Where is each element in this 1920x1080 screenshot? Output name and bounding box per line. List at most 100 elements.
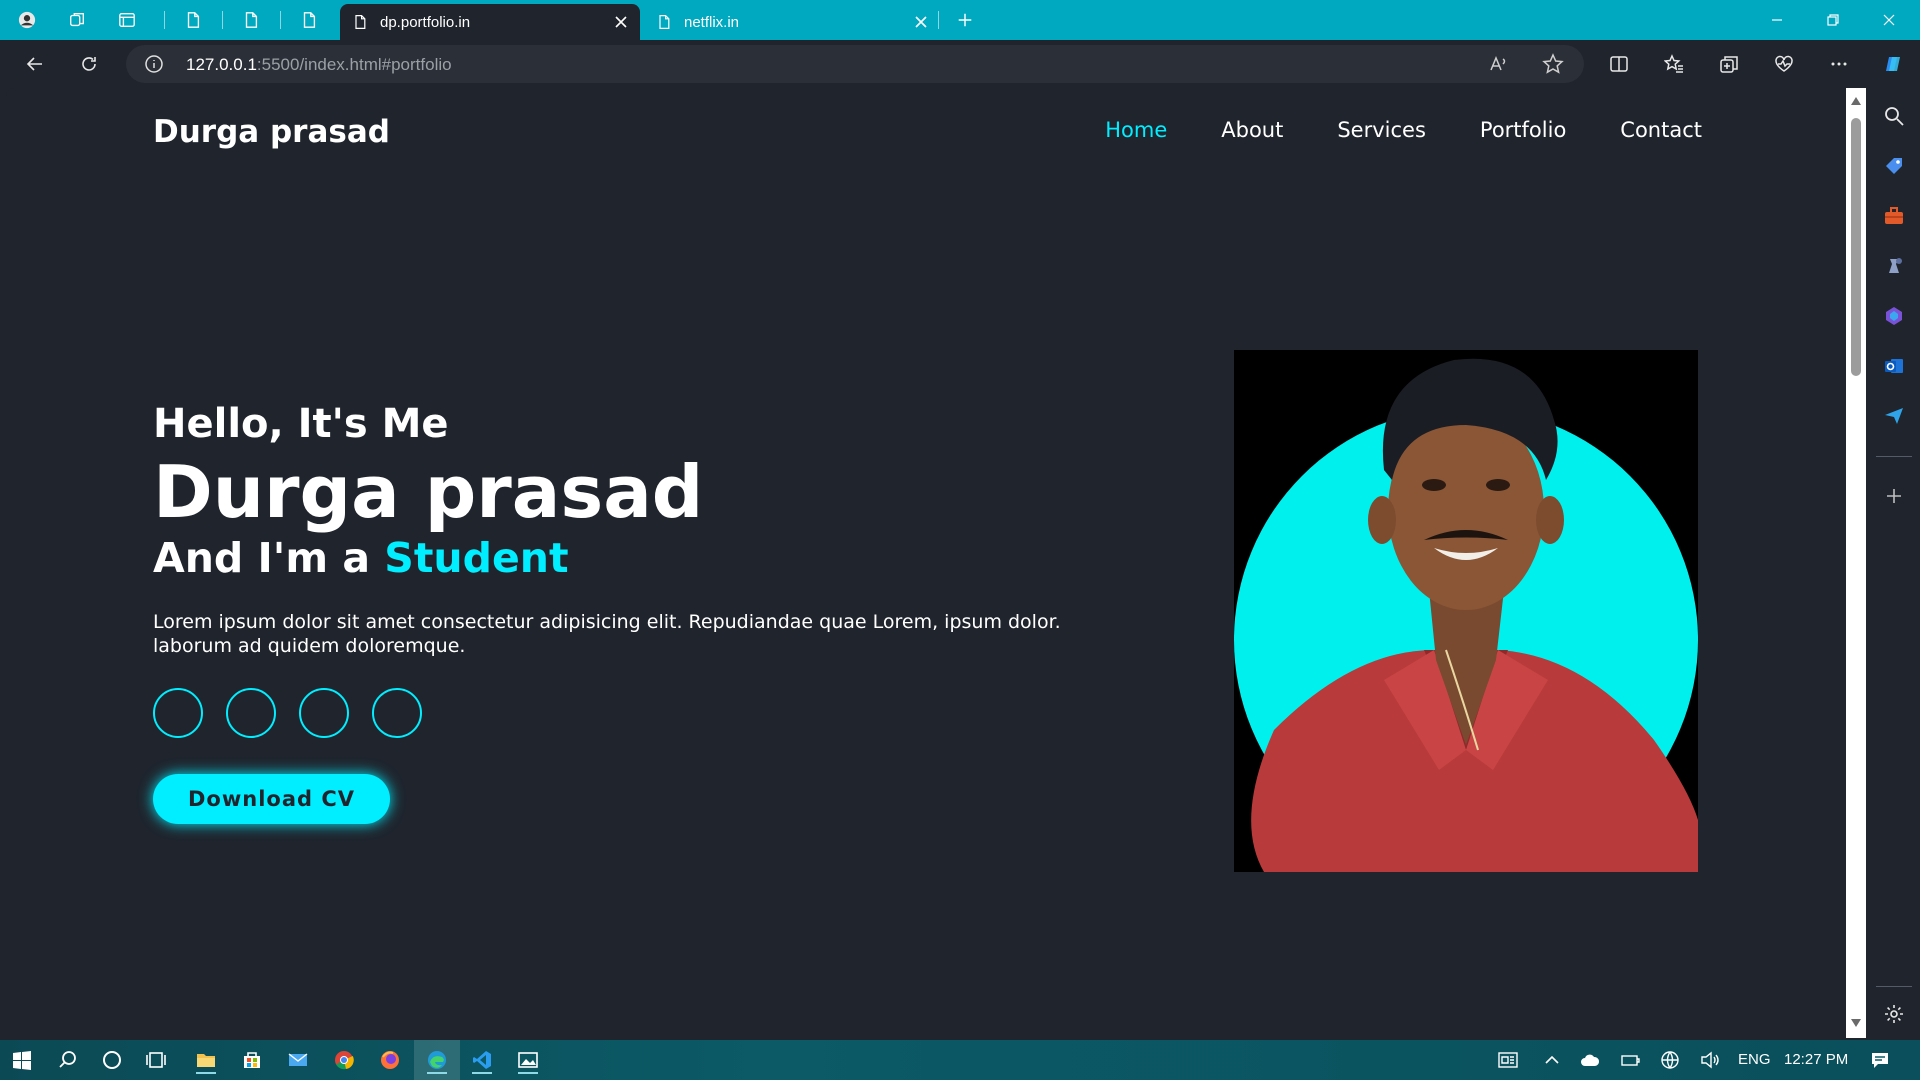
tab-actions-icon[interactable] [112, 6, 142, 34]
copilot-icon[interactable] [1876, 47, 1910, 81]
tab-separator [164, 11, 165, 29]
workspaces-icon[interactable] [62, 6, 92, 34]
firefox-icon[interactable] [376, 1046, 404, 1074]
hero-role: And I'm a Student [153, 532, 1113, 584]
hero-name: Durga prasad [153, 450, 704, 534]
hero-greeting: Hello, It's Me [153, 401, 449, 447]
page-viewport: Durga prasad Home About Services Portfol… [6, 88, 1846, 1038]
browser-tab-strip: dp.portfolio.in netflix.in [0, 0, 1920, 40]
site-info-icon[interactable] [144, 54, 164, 74]
profile-avatar-icon[interactable] [12, 6, 42, 34]
page-icon [659, 15, 670, 29]
scroll-thumb[interactable] [1851, 118, 1861, 376]
microsoft365-icon[interactable] [1880, 302, 1908, 330]
games-chess-icon[interactable] [1880, 252, 1908, 280]
tab-netflix[interactable]: netflix.in [644, 4, 940, 40]
hero-section: Hello, It's Me Durga prasad And I'm a St… [153, 400, 1113, 824]
tab-title: dp.portfolio.in [380, 13, 471, 31]
windows-start-icon[interactable] [8, 1046, 36, 1074]
cortana-icon[interactable] [98, 1046, 126, 1074]
address-bar[interactable]: 127.0.0.1:5500/index.html#portfolio [126, 45, 1584, 83]
nav-contact[interactable]: Contact [1620, 118, 1702, 142]
favorite-star-icon[interactable] [1542, 53, 1564, 75]
window-close-icon[interactable] [1866, 6, 1912, 34]
file-explorer-icon[interactable] [192, 1046, 220, 1074]
news-widget-icon[interactable] [1494, 1046, 1522, 1074]
social-link-4[interactable] [372, 688, 422, 738]
tab-separator [222, 11, 223, 29]
chevron-up-icon[interactable] [1538, 1046, 1566, 1074]
profile-photo [1234, 350, 1698, 872]
chrome-icon[interactable] [330, 1046, 358, 1074]
pinned-tab-page-icon[interactable] [294, 6, 324, 34]
refresh-icon[interactable] [72, 47, 106, 81]
close-icon[interactable] [914, 15, 928, 29]
minimize-icon[interactable] [1754, 6, 1800, 34]
outlook-icon[interactable] [1880, 352, 1908, 380]
scroll-up-arrow-icon[interactable] [1850, 96, 1862, 106]
social-links [153, 688, 1113, 738]
url-text[interactable]: 127.0.0.1:5500/index.html#portfolio [186, 55, 452, 75]
page-scrollbar[interactable] [1846, 88, 1866, 1038]
sidebar-divider [1876, 986, 1912, 987]
nav-services[interactable]: Services [1337, 118, 1426, 142]
sidebar-divider [1876, 456, 1912, 457]
url-host: 127.0.0.1 [186, 55, 257, 74]
microsoft-store-icon[interactable] [238, 1046, 266, 1074]
search-icon[interactable] [54, 1046, 82, 1074]
mail-icon[interactable] [284, 1046, 312, 1074]
social-link-1[interactable] [153, 688, 203, 738]
onedrive-cloud-icon[interactable] [1576, 1046, 1604, 1074]
page-icon [355, 15, 366, 29]
search-icon[interactable] [1880, 102, 1908, 130]
site-logo[interactable]: Durga prasad [153, 114, 390, 150]
url-path: :5500/index.html#portfolio [256, 55, 452, 74]
browser-toolbar: 127.0.0.1:5500/index.html#portfolio [0, 40, 1920, 88]
running-indicator [472, 1072, 492, 1074]
volume-icon[interactable] [1696, 1046, 1724, 1074]
nav-home[interactable]: Home [1105, 118, 1167, 142]
system-clock[interactable]: 12:27 PM [1784, 1051, 1848, 1068]
hero-description: Lorem ipsum dolor sit amet consectetur a… [153, 611, 1061, 657]
new-tab-icon[interactable] [950, 6, 980, 34]
battery-icon[interactable] [1616, 1046, 1644, 1074]
restore-icon[interactable] [1810, 6, 1856, 34]
running-indicator [427, 1072, 447, 1074]
role-highlight: Student [384, 534, 569, 582]
tab-dp-portfolio[interactable]: dp.portfolio.in [340, 4, 640, 40]
read-aloud-icon[interactable] [1488, 53, 1510, 75]
settings-gear-icon[interactable] [1880, 1000, 1908, 1028]
nav-about[interactable]: About [1221, 118, 1283, 142]
windows-taskbar: ENG 12:27 PM [0, 1040, 1920, 1080]
scroll-down-arrow-icon[interactable] [1850, 1018, 1862, 1028]
task-view-icon[interactable] [142, 1046, 170, 1074]
role-prefix: And I'm a [153, 534, 371, 582]
social-link-2[interactable] [226, 688, 276, 738]
download-cv-button[interactable]: Download CV [153, 774, 391, 824]
nav-portfolio[interactable]: Portfolio [1480, 118, 1566, 142]
site-navigation: Home About Services Portfolio Contact [1105, 118, 1702, 142]
shopping-tag-icon[interactable] [1880, 152, 1908, 180]
send-drop-icon[interactable] [1880, 402, 1908, 430]
split-screen-icon[interactable] [1602, 47, 1636, 81]
photos-icon[interactable] [514, 1046, 542, 1074]
pinned-tab-page-icon[interactable] [178, 6, 208, 34]
running-indicator [518, 1072, 538, 1074]
social-link-3[interactable] [299, 688, 349, 738]
running-indicator [196, 1072, 216, 1074]
collections-icon[interactable] [1712, 47, 1746, 81]
network-globe-icon[interactable] [1656, 1046, 1684, 1074]
notifications-icon[interactable] [1866, 1046, 1894, 1074]
pinned-tab-page-icon[interactable] [236, 6, 266, 34]
add-icon[interactable] [1880, 482, 1908, 510]
vscode-icon[interactable] [468, 1046, 496, 1074]
favorites-icon[interactable] [1657, 47, 1691, 81]
edge-browser-icon[interactable] [423, 1046, 451, 1074]
more-menu-icon[interactable] [1822, 47, 1856, 81]
tools-briefcase-icon[interactable] [1880, 202, 1908, 230]
browser-essentials-icon[interactable] [1767, 47, 1801, 81]
edge-sidebar [1868, 88, 1920, 1040]
language-indicator[interactable]: ENG [1738, 1051, 1771, 1068]
close-icon[interactable] [614, 15, 628, 29]
back-arrow-icon[interactable] [18, 47, 52, 81]
